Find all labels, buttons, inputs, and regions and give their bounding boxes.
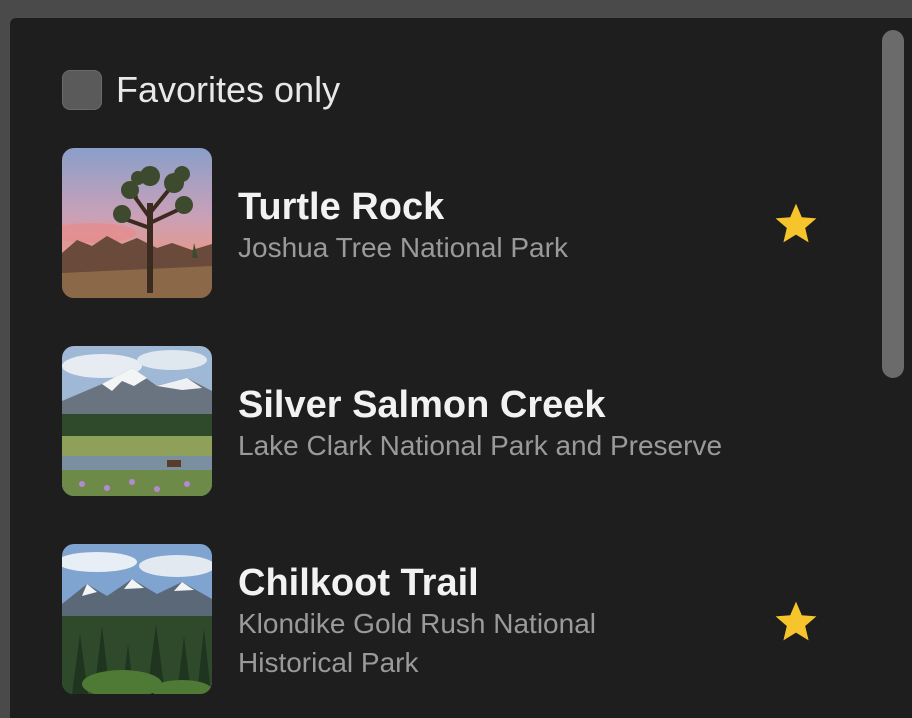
landmark-name: Chilkoot Trail <box>238 562 479 604</box>
scrollbar-thumb[interactable] <box>882 30 904 378</box>
favorite-star-icon[interactable] <box>772 598 820 646</box>
landmark-park: Joshua Tree National Park <box>238 232 568 263</box>
landmark-row[interactable]: Silver Salmon Creek Lake Clark National … <box>62 346 862 496</box>
alpine-forest-photo <box>62 544 212 694</box>
favorites-label: Favorites only <box>116 69 341 110</box>
landmark-thumbnail <box>62 544 212 694</box>
landmark-name: Silver Salmon Creek <box>238 384 606 426</box>
landmark-row[interactable]: Turtle Rock Joshua Tree National Park <box>62 148 862 298</box>
favorites-checkbox[interactable] <box>62 70 102 110</box>
mountain-meadow-photo <box>62 346 212 496</box>
landmark-name: Turtle Rock <box>238 186 445 228</box>
joshua-tree-photo <box>62 148 212 298</box>
landmark-thumbnail <box>62 346 212 496</box>
landmark-park: Klondike Gold Rush National Historical P… <box>238 608 596 678</box>
window-frame: Favorites only Turtle Rock Joshua Tree N… <box>0 0 912 718</box>
landmark-row[interactable]: Chilkoot Trail Klondike Gold Rush Nation… <box>62 544 862 694</box>
favorites-toggle[interactable]: Favorites only <box>62 68 340 112</box>
favorite-star-icon[interactable] <box>772 200 820 248</box>
landmark-thumbnail <box>62 148 212 298</box>
landmark-list-panel: Favorites only Turtle Rock Joshua Tree N… <box>10 18 912 718</box>
landmark-park: Lake Clark National Park and Preserve <box>238 430 723 461</box>
